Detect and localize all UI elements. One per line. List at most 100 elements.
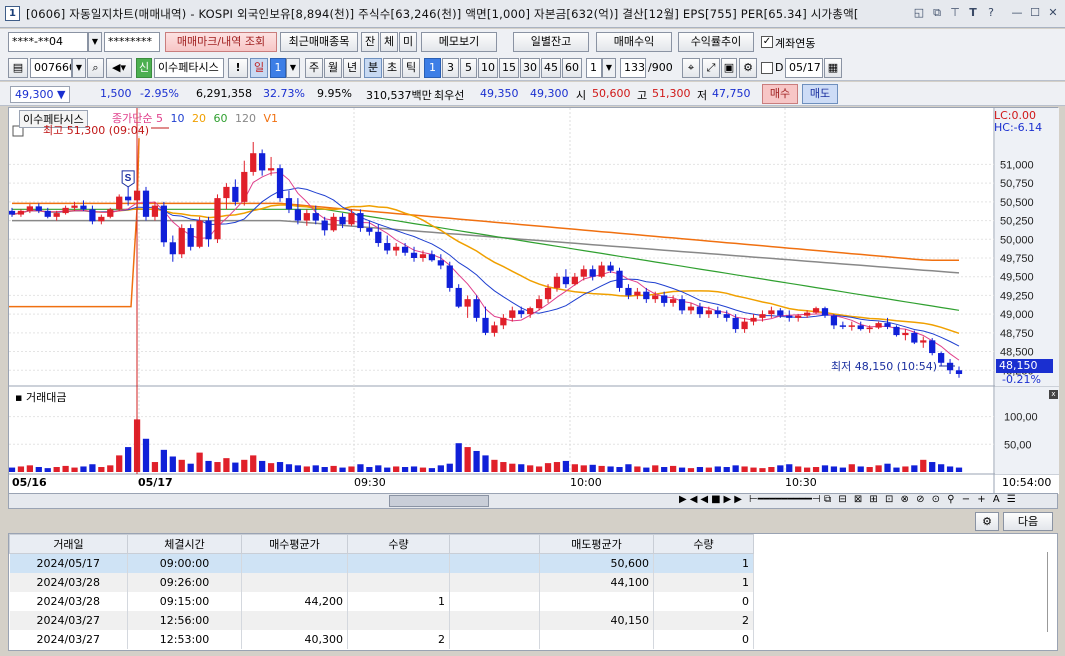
text-size-icon[interactable]: T [966,6,980,20]
table-cell: 0 [653,591,754,611]
col-header-date[interactable]: 거래일 [9,534,128,554]
settings-gear-icon[interactable]: ⚙ [739,58,757,78]
volume-bar [946,466,954,472]
volume-bar [625,464,632,472]
code-dropdown-icon[interactable]: ▼ [72,58,86,78]
stock-code-field[interactable]: 007660 [30,58,72,78]
link-window-icon[interactable]: ◱ [912,6,926,20]
col-header-buy-qty[interactable]: 수량 [347,534,450,554]
table-row[interactable]: 2024/05/17 09:00:00 50,600 1 [9,553,754,573]
interval-15[interactable]: 15 [499,58,519,78]
table-settings-gear-icon[interactable]: ⚙ [975,512,999,531]
interval-60[interactable]: 60 [562,58,582,78]
volume-bar [17,466,25,472]
alert-icon[interactable]: ! [228,58,248,78]
period-weekly-tab[interactable]: 주 [305,58,323,78]
time-label-1000: 10:00 [570,476,602,489]
scroll-thumb[interactable] [389,495,489,507]
volume-bar [294,465,302,472]
date-field[interactable]: 05/17 [785,58,823,78]
volume-bar [303,466,310,472]
volume-bar [696,467,704,472]
period-number[interactable]: 1 [270,58,286,78]
chart-toolbar: ▤ 007660 ▼ ⌕ ◀▾ 신 이수페타시스 ! 일 1 ▼ 주 월 년 분… [0,55,1065,81]
restore-layout-icon[interactable]: ⧉ [930,6,944,20]
candle-body [795,315,802,318]
table-scrollbar[interactable] [1047,552,1055,632]
col-header-buy-avg[interactable]: 매수평균가 [241,534,348,554]
period-minute-tab[interactable]: 분 [364,58,382,78]
executed-button[interactable]: 체 [380,32,398,52]
period-dropdown-icon[interactable]: ▼ [286,58,300,78]
period-monthly-tab[interactable]: 월 [324,58,342,78]
interval-30[interactable]: 30 [520,58,540,78]
password-field[interactable]: ******** [104,32,160,52]
table-row[interactable]: 2024/03/27 12:56:00 40,150 2 [9,610,754,630]
volume-bar [285,464,293,472]
close-icon[interactable]: ✕ [1046,6,1060,20]
col-header-time[interactable]: 체결시간 [127,534,242,554]
table-row[interactable]: 2024/03/28 09:15:00 44,200 1 0 [9,591,754,611]
nav-buttons[interactable]: ▶◀◀■▶▶ [679,494,745,505]
period-tick-tab[interactable]: 틱 [402,58,420,78]
sell-button[interactable]: 매도 [802,84,838,104]
trade-mark-lookup-button[interactable]: 매매마크/내역 조회 [165,32,277,52]
pin-icon[interactable]: ⊤ [948,6,962,20]
recent-trades-button[interactable]: 최근매매종목 [280,32,358,52]
save-icon[interactable]: ▣ [721,58,737,78]
table-row[interactable]: 2024/03/27 12:53:00 40,300 2 0 [9,629,754,649]
sound-icon[interactable]: ◀▾ [106,58,132,78]
table-cell [241,572,348,592]
account-link-checkbox[interactable]: ✓ [761,36,773,48]
account-field[interactable]: ****-**04 [8,32,88,52]
stock-name-field[interactable]: 이수페타시스 [154,58,224,78]
next-page-button[interactable]: 다음 [1003,512,1053,531]
chart-scrollbar[interactable]: ▶◀◀■▶▶ ⊢━━━━━━━━━⊣ ⧉ ⊟ ⊠ ⊞ ⊡ ⊗ ⊘ ⊙ ⚲ − +… [8,493,1058,509]
candle-body [205,220,212,240]
volume-bar [357,464,364,472]
bar-count-field[interactable]: 133 [620,58,646,78]
search-icon[interactable]: ⌕ [87,58,104,78]
candle-body [678,299,686,311]
interval-3[interactable]: 3 [442,58,459,78]
line-tool-icon[interactable]: ⤢ [702,58,720,78]
crosshair-icon[interactable]: ⌖ [682,58,700,78]
col-header-sell-qty[interactable]: 수량 [653,534,754,554]
period-daily-tab[interactable]: 일 [250,58,268,78]
date-checkbox[interactable] [761,62,773,74]
chart-type-icon[interactable]: ▤ [8,58,28,78]
profit-trend-button[interactable]: 수익률추이 [678,32,754,52]
volume-bar [848,464,855,472]
col-header-sell-avg[interactable]: 매도평균가 [539,534,654,554]
interval-dropdown-icon[interactable]: ▼ [602,58,616,78]
memo-view-button[interactable]: 메모보기 [421,32,497,52]
table-row[interactable]: 2024/03/28 09:26:00 44,100 1 [9,572,754,592]
period-second-tab[interactable]: 초 [383,58,401,78]
zoom-slider-icon[interactable]: ⊢━━━━━━━━━⊣ [749,494,821,505]
interval-custom-field[interactable]: 1 [586,58,602,78]
trade-profit-button[interactable]: 매매수익 [596,32,672,52]
interval-1[interactable]: 1 [424,58,441,78]
balance-button[interactable]: 잔 [361,32,379,52]
high-price: 51,300 [652,87,691,100]
interval-10[interactable]: 10 [478,58,498,78]
trade-volume: 6,291,358 [196,87,252,100]
price-chart-panel[interactable]: 51,000 50,750 50,500 50,250 50,000 49,750 49,5… [8,107,1060,494]
help-icon[interactable]: ? [984,6,998,20]
volume-panel-close-icon[interactable]: x [1049,390,1058,399]
window-number-badge[interactable]: 1 [5,6,20,21]
unfilled-button[interactable]: 미 [399,32,417,52]
buy-button[interactable]: 매수 [762,84,798,104]
interval-5[interactable]: 5 [460,58,477,78]
candle-body [401,246,409,253]
calendar-icon[interactable]: ▦ [824,58,842,78]
account-dropdown-icon[interactable]: ▼ [88,32,102,52]
chart-tool-icons[interactable]: ⧉ ⊟ ⊠ ⊞ ⊡ ⊗ ⊘ ⊙ ⚲ − + A ☰ [824,494,1018,505]
maximize-icon[interactable]: ☐ [1028,6,1042,20]
volume-bar [920,459,927,472]
daily-balance-button[interactable]: 일별잔고 [513,32,589,52]
minimize-icon[interactable]: — [1010,6,1024,20]
interval-45[interactable]: 45 [541,58,561,78]
period-yearly-tab[interactable]: 년 [343,58,361,78]
price-chart[interactable]: 51,000 50,750 50,500 50,250 50,000 49,750 49,5… [8,108,1060,494]
